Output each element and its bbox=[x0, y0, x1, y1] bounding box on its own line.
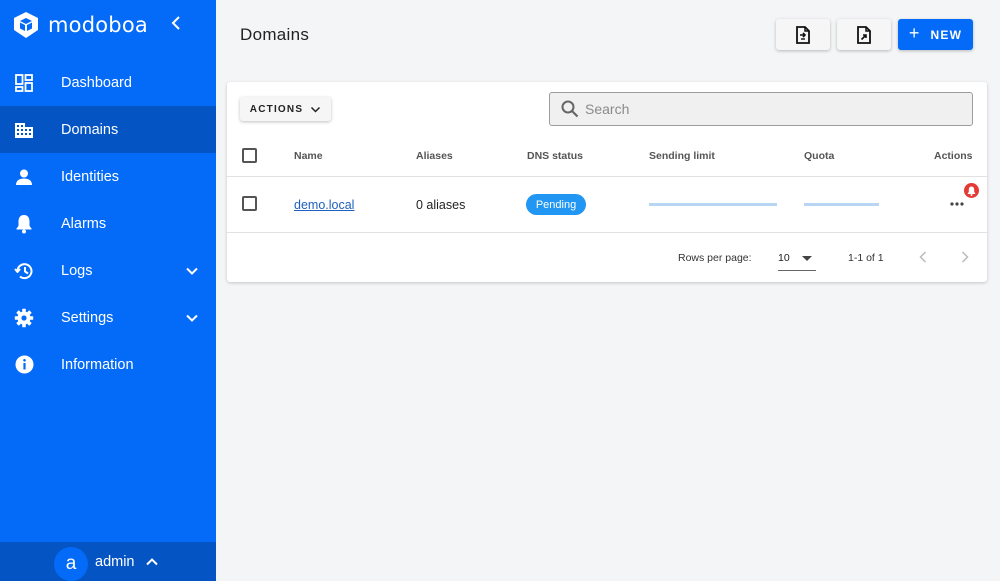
sidebar-item-alarms[interactable]: Alarms bbox=[0, 200, 216, 247]
sidebar-item-label: Alarms bbox=[61, 215, 107, 232]
column-header-name[interactable]: Name bbox=[294, 150, 323, 162]
divider bbox=[227, 176, 987, 177]
collapse-sidebar-icon[interactable] bbox=[168, 14, 184, 32]
modoboa-logo-icon bbox=[12, 10, 40, 40]
user-name: admin bbox=[95, 553, 135, 570]
dns-status-badge: Pending bbox=[526, 194, 586, 215]
search-box bbox=[549, 92, 973, 126]
sidebar-item-information[interactable]: Information bbox=[0, 341, 216, 388]
column-header-sending-limit[interactable]: Sending limit bbox=[649, 150, 715, 162]
chevron-down-icon bbox=[310, 104, 321, 115]
pagination-range: 1-1 of 1 bbox=[848, 252, 884, 264]
column-header-dns-status[interactable]: DNS status bbox=[527, 150, 583, 162]
domains-card: ACTIONS Name Aliases DNS status Sending … bbox=[227, 82, 987, 282]
alert-bell-icon[interactable] bbox=[964, 183, 979, 198]
page-title: Domains bbox=[240, 25, 310, 44]
gear-icon bbox=[14, 308, 34, 328]
sidebar-item-logs[interactable]: Logs bbox=[0, 247, 216, 294]
sidebar-nav: Dashboard Domains Identities Alarms Logs… bbox=[0, 59, 216, 388]
user-menu[interactable]: a admin bbox=[0, 542, 216, 581]
column-header-quota[interactable]: Quota bbox=[804, 150, 834, 162]
search-icon bbox=[561, 100, 579, 118]
sidebar-item-label: Dashboard bbox=[61, 74, 132, 91]
new-domain-button[interactable]: + NEW bbox=[898, 19, 973, 50]
export-button[interactable] bbox=[837, 19, 891, 50]
actions-menu-button[interactable]: ACTIONS bbox=[240, 97, 331, 121]
avatar: a bbox=[54, 546, 88, 581]
brand-name: modoboa bbox=[48, 13, 148, 37]
sidebar-item-label: Domains bbox=[61, 121, 119, 138]
sidebar: modoboa Dashboard Domains Identities Ala… bbox=[0, 0, 216, 581]
previous-page-icon[interactable] bbox=[916, 249, 930, 265]
bell-icon bbox=[14, 214, 34, 234]
select-all-checkbox[interactable] bbox=[242, 148, 257, 163]
sidebar-item-dashboard[interactable]: Dashboard bbox=[0, 59, 216, 106]
caret-down-icon bbox=[802, 256, 812, 261]
dashboard-icon bbox=[14, 73, 34, 93]
sidebar-item-label: Settings bbox=[61, 309, 114, 326]
history-icon bbox=[14, 261, 34, 281]
quota-bar bbox=[804, 203, 879, 206]
file-import-icon bbox=[796, 25, 810, 44]
column-header-aliases[interactable]: Aliases bbox=[416, 150, 453, 162]
sidebar-item-label: Identities bbox=[61, 168, 120, 185]
domain-icon bbox=[14, 120, 34, 140]
import-button[interactable] bbox=[776, 19, 830, 50]
chevron-up-icon[interactable] bbox=[145, 555, 159, 569]
actions-label: ACTIONS bbox=[249, 103, 304, 115]
plus-icon: + bbox=[908, 23, 921, 43]
column-header-actions: Actions bbox=[934, 150, 973, 162]
chevron-down-icon[interactable] bbox=[185, 264, 199, 278]
info-icon bbox=[14, 355, 34, 375]
domain-name-link[interactable]: demo.local bbox=[294, 198, 354, 212]
next-page-icon[interactable] bbox=[958, 249, 972, 265]
sidebar-item-settings[interactable]: Settings bbox=[0, 294, 216, 341]
sidebar-item-label: Logs bbox=[61, 262, 93, 279]
sidebar-item-identities[interactable]: Identities bbox=[0, 153, 216, 200]
sending-limit-bar bbox=[649, 203, 777, 206]
new-button-label: NEW bbox=[930, 27, 963, 42]
user-icon bbox=[14, 167, 34, 187]
aliases-count: 0 aliases bbox=[416, 198, 466, 212]
search-input[interactable] bbox=[585, 101, 965, 117]
divider bbox=[227, 232, 987, 233]
chevron-down-icon[interactable] bbox=[185, 311, 199, 325]
sidebar-item-label: Information bbox=[61, 356, 134, 373]
rows-per-page-label: Rows per page: bbox=[678, 252, 752, 264]
sidebar-item-domains[interactable]: Domains bbox=[0, 106, 216, 153]
file-export-icon bbox=[857, 25, 871, 44]
rows-per-page-value: 10 bbox=[778, 252, 790, 264]
rows-per-page-select[interactable]: 10 bbox=[778, 247, 816, 271]
more-horizontal-icon[interactable] bbox=[948, 195, 966, 213]
row-checkbox[interactable] bbox=[242, 196, 257, 211]
